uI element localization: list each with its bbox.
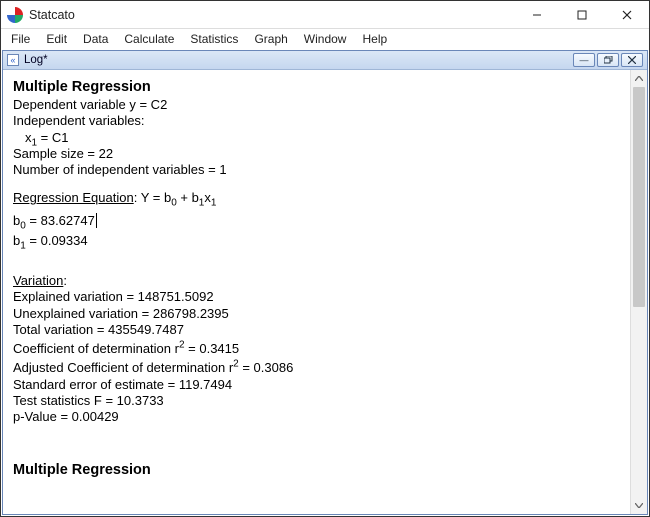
scroll-up-button[interactable] [631, 70, 647, 87]
menu-help[interactable]: Help [356, 31, 393, 47]
chevron-down-icon [635, 503, 643, 508]
menu-edit[interactable]: Edit [40, 31, 73, 47]
menubar: File Edit Data Calculate Statistics Grap… [1, 29, 649, 49]
menu-graph[interactable]: Graph [248, 31, 293, 47]
mdi-area: « Log* — Multiple Regression Dependent v… [2, 50, 648, 515]
total-variation: Total variation = 435549.7487 [13, 322, 620, 338]
window-title: Statcato [29, 8, 514, 22]
log-content[interactable]: Multiple Regression Dependent variable y… [3, 70, 630, 514]
menu-calculate[interactable]: Calculate [118, 31, 180, 47]
scroll-thumb[interactable] [633, 87, 645, 307]
scroll-down-button[interactable] [631, 497, 647, 514]
minimize-icon [532, 10, 542, 20]
child-restore-button[interactable] [597, 53, 619, 67]
num-indep-vars: Number of independent variables = 1 [13, 162, 620, 178]
std-error: Standard error of estimate = 119.7494 [13, 377, 620, 393]
child-restore-icon [604, 56, 613, 64]
output-heading-2: Multiple Regression [13, 461, 620, 479]
maximize-button[interactable] [559, 1, 604, 29]
unexplained-variation: Unexplained variation = 286798.2395 [13, 306, 620, 322]
child-minimize-button[interactable]: — [573, 53, 595, 67]
log-titlebar[interactable]: « Log* — [3, 51, 647, 70]
menu-window[interactable]: Window [298, 31, 353, 47]
maximize-icon [577, 10, 587, 20]
close-icon [622, 10, 632, 20]
variation-heading: Variation: [13, 273, 620, 289]
sample-size: Sample size = 22 [13, 146, 620, 162]
child-close-button[interactable] [621, 53, 643, 67]
menu-data[interactable]: Data [77, 31, 114, 47]
adj-r-squared: Adjusted Coefficient of determination r2… [13, 360, 620, 376]
vertical-scrollbar[interactable] [630, 70, 647, 514]
close-button[interactable] [604, 1, 649, 29]
child-close-icon [628, 56, 636, 64]
explained-variation: Explained variation = 148751.5092 [13, 289, 620, 305]
log-window: « Log* — Multiple Regression Dependent v… [2, 50, 648, 515]
menu-statistics[interactable]: Statistics [184, 31, 244, 47]
child-minimize-icon: — [580, 55, 589, 65]
coef-b0: b0 = 83.62747 [13, 213, 620, 229]
minimize-button[interactable] [514, 1, 559, 29]
chevron-up-icon [635, 76, 643, 81]
indepvar-1: x1 = C1 [13, 130, 620, 146]
app-icon [7, 7, 23, 23]
r-squared: Coefficient of determination r2 = 0.3415 [13, 341, 620, 357]
f-statistic: Test statistics F = 10.3733 [13, 393, 620, 409]
regression-equation: Regression Equation: Y = b0 + b1x1 [13, 190, 620, 206]
depvar-line: Dependent variable y = C2 [13, 97, 620, 113]
log-content-wrap: Multiple Regression Dependent variable y… [3, 70, 647, 514]
menu-file[interactable]: File [5, 31, 36, 47]
p-value: p-Value = 0.00429 [13, 409, 620, 425]
window-titlebar: Statcato [1, 1, 649, 29]
indepvar-label: Independent variables: [13, 113, 620, 129]
child-system-icon: « [7, 54, 19, 66]
output-heading: Multiple Regression [13, 78, 620, 96]
coef-b1: b1 = 0.09334 [13, 233, 620, 249]
log-title: Log* [24, 54, 571, 66]
